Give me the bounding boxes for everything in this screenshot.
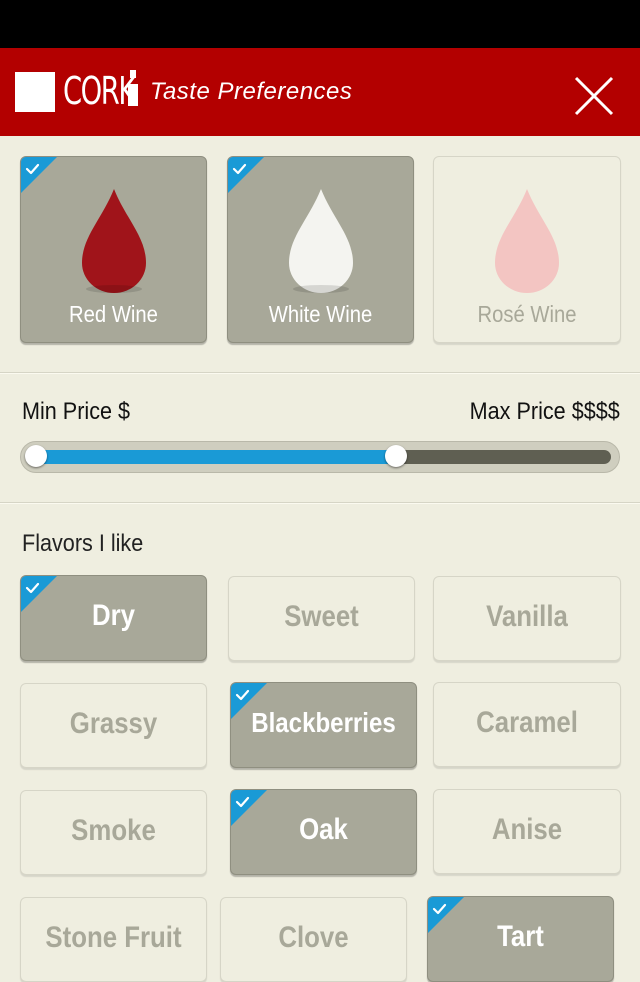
wine-drop-icon (495, 189, 559, 293)
close-button[interactable] (568, 74, 620, 118)
checkmark-corner-icon (428, 897, 464, 933)
wine-drop-icon (288, 189, 353, 293)
price-range-slider[interactable] (20, 441, 620, 473)
flavor-tile-clove[interactable]: Clove (220, 897, 407, 982)
flavor-tile-smoke[interactable]: Smoke (20, 790, 207, 875)
min-price-handle[interactable] (25, 445, 47, 467)
close-x-icon (574, 76, 614, 116)
flavor-tile-grassy[interactable]: Grassy (20, 683, 207, 768)
flavor-tile-vanilla[interactable]: Vanilla (433, 576, 621, 661)
flavor-tile-dry[interactable]: Dry (20, 575, 207, 661)
min-price-label: Min Price $ (22, 398, 131, 425)
wine-tile-rose[interactable]: Rosé Wine (433, 156, 621, 343)
wine-tile-red[interactable]: Red Wine (20, 156, 207, 343)
max-price-handle[interactable] (384, 445, 407, 467)
flavor-tile-tart[interactable]: Tart (427, 896, 614, 982)
wine-label: White Wine (268, 301, 373, 327)
flavor-label: Caramel (476, 705, 578, 739)
flavor-label: Grassy (69, 706, 158, 740)
flavor-tile-anise[interactable]: Anise (433, 789, 621, 874)
flavor-label: Clove (278, 920, 349, 954)
flavor-label: Blackberries (251, 707, 396, 738)
flavor-tile-caramel[interactable]: Caramel (433, 682, 621, 767)
flavor-label: Sweet (284, 599, 359, 633)
flavor-label: Smoke (71, 813, 156, 847)
section-divider (0, 372, 640, 374)
checkmark-corner-icon (21, 157, 57, 193)
flavor-tile-oak[interactable]: Oak (230, 789, 417, 875)
max-price-label: Max Price $$$$ (469, 398, 620, 425)
flavor-label: Oak (299, 813, 348, 846)
wine-label: Red Wine (69, 301, 158, 327)
section-divider (0, 502, 640, 504)
slider-selected-range (29, 450, 396, 464)
flavor-label: Tart (497, 920, 544, 953)
flavors-heading: Flavors I like (22, 530, 144, 557)
flavor-label: Anise (491, 812, 563, 846)
wine-drop-icon (81, 189, 146, 293)
logo-text: CORK (63, 69, 136, 113)
wine-label: Rosé Wine (477, 301, 577, 327)
status-bar (0, 0, 640, 48)
checkmark-corner-icon (228, 157, 264, 193)
logo-bottle-icon (128, 70, 138, 106)
checkmark-corner-icon (21, 576, 57, 612)
flavor-tile-blackberries[interactable]: Blackberries (230, 682, 417, 768)
checkmark-corner-icon (231, 790, 267, 826)
flavor-label: Vanilla (486, 599, 568, 633)
page-title: Taste Preferences (150, 78, 353, 105)
flavor-label: Stone Fruit (45, 920, 182, 954)
flavor-tile-sweet[interactable]: Sweet (228, 576, 415, 661)
flavor-label: Dry (91, 599, 136, 632)
logo-square (15, 72, 55, 112)
flavor-tile-stone-fruit[interactable]: Stone Fruit (20, 897, 207, 982)
wine-tile-white[interactable]: White Wine (227, 156, 414, 343)
checkmark-corner-icon (231, 683, 267, 719)
app-header: CORK Taste Preferences (0, 48, 640, 136)
slider-rail (25, 445, 611, 467)
